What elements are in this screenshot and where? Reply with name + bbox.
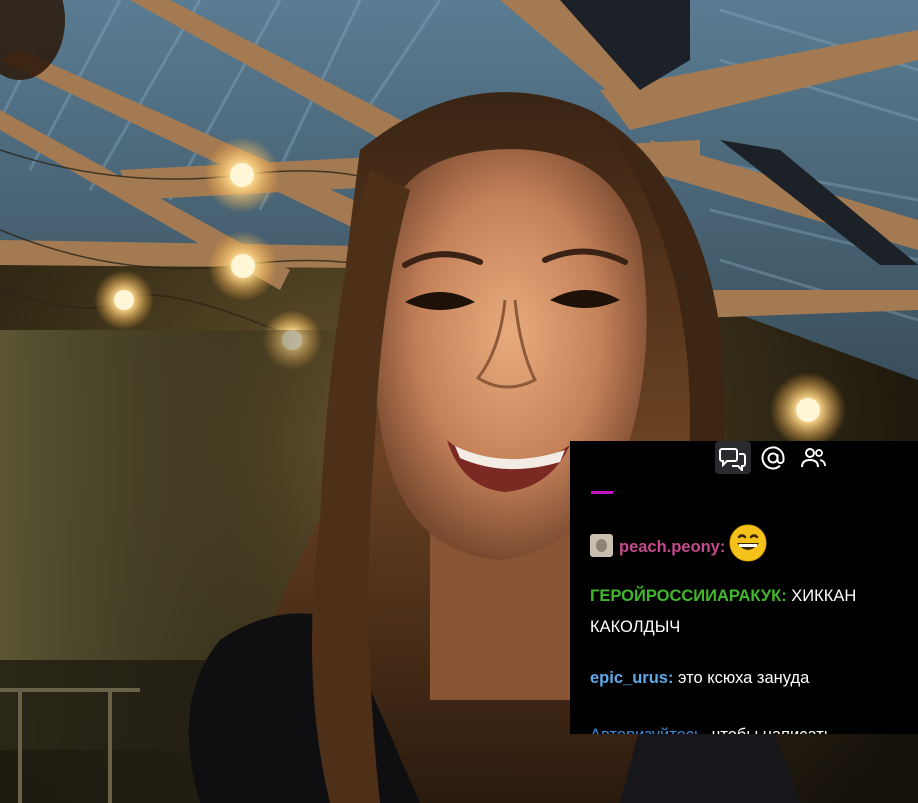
chat-username[interactable]: peach.peony: [619, 538, 725, 556]
chat-login-prompt: Авторизуйтесь, чтобы написать [590, 720, 910, 734]
chat-message: epic_urus: это ксюха зануда [590, 663, 910, 694]
chat-message: ГЕРОЙРОССИИАРАКУК: ХИККАН КАКОЛДЫЧ [590, 581, 910, 643]
chat-username[interactable]: ГЕРОЙРОССИИАРАКУК: [590, 587, 787, 605]
tab-mentions[interactable] [755, 441, 791, 474]
tab-users[interactable] [795, 441, 831, 474]
chat-panel: peach.peony: ГЕРОЙРОССИИАРАКУК: ХИККАН К… [570, 441, 918, 734]
at-mention-icon [761, 445, 785, 469]
chat-divider [591, 491, 613, 494]
grinning-face-emoji [729, 524, 767, 562]
login-prompt-text: , чтобы написать [703, 726, 833, 734]
tab-chat[interactable] [715, 441, 751, 474]
user-avatar [590, 534, 613, 557]
chat-message-text: это ксюха зануда [673, 669, 810, 687]
chat-tab-bar [715, 441, 831, 474]
chat-bubbles-icon [719, 447, 746, 471]
people-icon [801, 447, 826, 467]
login-link[interactable]: Авторизуйтесь [590, 726, 703, 734]
chat-username[interactable]: epic_urus: [590, 669, 673, 687]
chat-message: peach.peony: [590, 524, 910, 563]
